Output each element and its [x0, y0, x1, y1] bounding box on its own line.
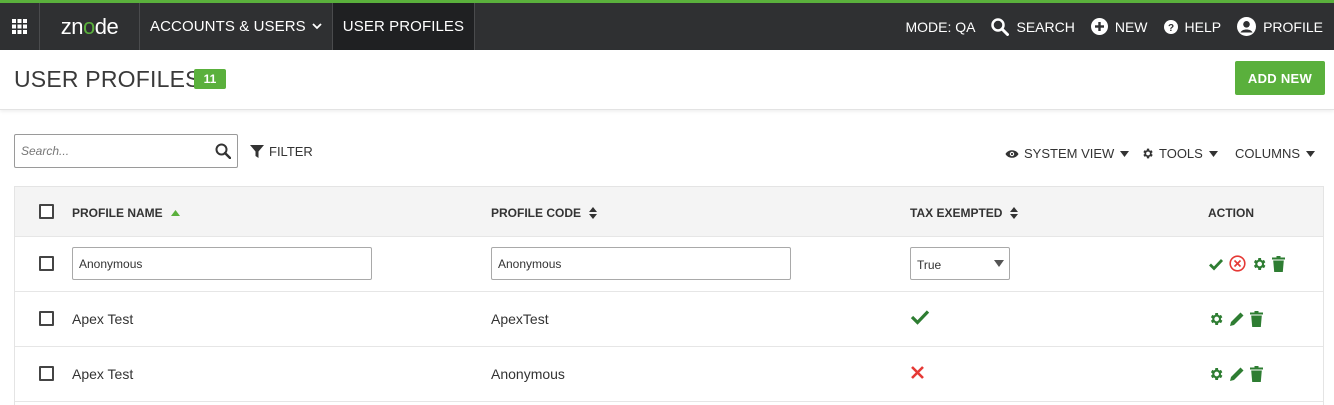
- logo-text-leaf: o: [83, 13, 95, 39]
- profile-link[interactable]: PROFILE: [1237, 17, 1323, 36]
- profile-code-cell: Anonymous: [491, 366, 565, 382]
- tax-exempted-cell: [910, 365, 925, 383]
- header-action: ACTION: [1208, 206, 1254, 220]
- user-circle-icon: [1237, 17, 1257, 36]
- filter-button[interactable]: FILTER: [250, 144, 313, 159]
- select-arrow-icon: [994, 260, 1004, 267]
- filter-icon: [250, 144, 264, 158]
- nav-accounts-users[interactable]: ACCOUNTS & USERS: [140, 3, 333, 50]
- row-actions: [1208, 366, 1268, 382]
- gear-icon[interactable]: [1208, 366, 1224, 382]
- system-view-label: SYSTEM VIEW: [1024, 146, 1115, 161]
- gear-icon: [1143, 148, 1153, 159]
- header-profile-code[interactable]: PROFILE CODE: [491, 206, 598, 220]
- profile-name-edit-input[interactable]: [72, 247, 372, 280]
- tools-label: TOOLS: [1159, 146, 1203, 161]
- columns-dropdown[interactable]: COLUMNS: [1235, 146, 1320, 161]
- columns-label: COLUMNS: [1235, 146, 1301, 161]
- search-icon: [991, 17, 1010, 36]
- search-link[interactable]: SEARCH: [991, 17, 1075, 36]
- mode-indicator: MODE: QA: [905, 18, 976, 35]
- caret-down-icon: [1120, 150, 1130, 157]
- tools-dropdown[interactable]: TOOLS: [1141, 146, 1223, 161]
- table-row: Apex Test ApexTest: [15, 292, 1323, 347]
- new-link[interactable]: NEW: [1090, 18, 1148, 35]
- grid-search: [14, 134, 238, 168]
- sort-icon: [589, 207, 598, 219]
- system-view-dropdown[interactable]: SYSTEM VIEW: [1005, 146, 1134, 161]
- table-row-editing: True: [15, 237, 1323, 292]
- filter-label: FILTER: [269, 144, 313, 159]
- trash-icon[interactable]: [1250, 311, 1263, 327]
- svg-text:?: ?: [1167, 23, 1173, 34]
- plus-circle-icon: [1090, 18, 1108, 35]
- chevron-down-icon: [312, 23, 322, 30]
- help-icon: ?: [1163, 19, 1178, 34]
- row-checkbox[interactable]: [39, 256, 54, 271]
- search-input[interactable]: [21, 142, 207, 160]
- check-icon[interactable]: [1208, 256, 1224, 272]
- header-tax-exempted-label: TAX EXEMPTED: [910, 206, 1003, 220]
- profile-code-edit-input[interactable]: [491, 247, 791, 280]
- row-checkbox[interactable]: [39, 311, 54, 326]
- nav-user-profiles[interactable]: USER PROFILES: [332, 3, 476, 50]
- row-actions: [1208, 255, 1290, 272]
- search-link-label: SEARCH: [1016, 18, 1075, 35]
- search-icon[interactable]: [215, 143, 231, 159]
- logo-text-end: de: [94, 13, 119, 39]
- eye-icon: [1005, 149, 1019, 158]
- znode-logo[interactable]: zn o de: [40, 3, 140, 50]
- add-new-button[interactable]: ADD NEW: [1235, 61, 1325, 95]
- header-profile-name[interactable]: PROFILE NAME: [72, 206, 180, 220]
- select-all-checkbox[interactable]: [39, 204, 54, 219]
- sort-icon: [1010, 207, 1019, 219]
- tax-exempted-select[interactable]: True: [910, 247, 1010, 280]
- header-tax-exempted[interactable]: TAX EXEMPTED: [910, 206, 1019, 220]
- caret-down-icon: [1208, 150, 1218, 157]
- profile-code-cell: ApexTest: [491, 311, 549, 327]
- sort-asc-icon: [170, 210, 180, 216]
- x-icon: [911, 366, 924, 379]
- trash-icon[interactable]: [1272, 255, 1285, 272]
- caret-down-icon: [1306, 150, 1316, 157]
- nav-profiles-label: USER PROFILES: [342, 18, 465, 35]
- profile-name-cell: Apex Test: [72, 366, 134, 382]
- new-link-label: NEW: [1114, 18, 1148, 35]
- help-link[interactable]: ? HELP: [1163, 18, 1222, 35]
- user-profiles-grid: PROFILE NAME PROFILE CODE TAX EXEMPTED A…: [14, 186, 1324, 405]
- pencil-icon[interactable]: [1229, 311, 1245, 327]
- topbar-right: MODE: QA SEARCH NEW ? HELP PROFILE: [905, 3, 1334, 50]
- cancel-circle-icon[interactable]: [1229, 255, 1246, 272]
- profile-name-cell: Apex Test: [72, 311, 134, 327]
- tax-exempted-cell: [910, 309, 930, 328]
- row-actions: [1208, 311, 1268, 327]
- gear-icon[interactable]: [1208, 311, 1224, 327]
- apps-grid-icon: [12, 19, 27, 34]
- apps-grid-button[interactable]: [0, 3, 40, 50]
- tax-exempted-selected-value: True: [917, 258, 942, 272]
- profile-count-badge: 11: [194, 69, 226, 89]
- row-checkbox[interactable]: [39, 366, 54, 381]
- gear-icon[interactable]: [1251, 256, 1267, 272]
- logo-text-start: zn: [60, 13, 84, 39]
- nav-accounts-label: ACCOUNTS & USERS: [150, 18, 306, 35]
- header-profile-code-label: PROFILE CODE: [491, 206, 582, 220]
- help-link-label: HELP: [1184, 18, 1222, 35]
- trash-icon[interactable]: [1250, 366, 1263, 382]
- table-row: Apex Test Anonymous: [15, 347, 1323, 402]
- header-profile-name-label: PROFILE NAME: [72, 206, 163, 220]
- profile-link-label: PROFILE: [1263, 18, 1323, 35]
- page-title: USER PROFILES: [14, 66, 201, 92]
- grid-header-row: PROFILE NAME PROFILE CODE TAX EXEMPTED A…: [15, 187, 1323, 237]
- page-header: USER PROFILES 11 ADD NEW: [0, 50, 1334, 110]
- header-action-label: ACTION: [1208, 206, 1254, 220]
- pencil-icon[interactable]: [1229, 366, 1245, 382]
- check-icon: [910, 310, 930, 325]
- top-navigation-bar: zn o de ACCOUNTS & USERS USER PROFILES MOD…: [0, 0, 1334, 50]
